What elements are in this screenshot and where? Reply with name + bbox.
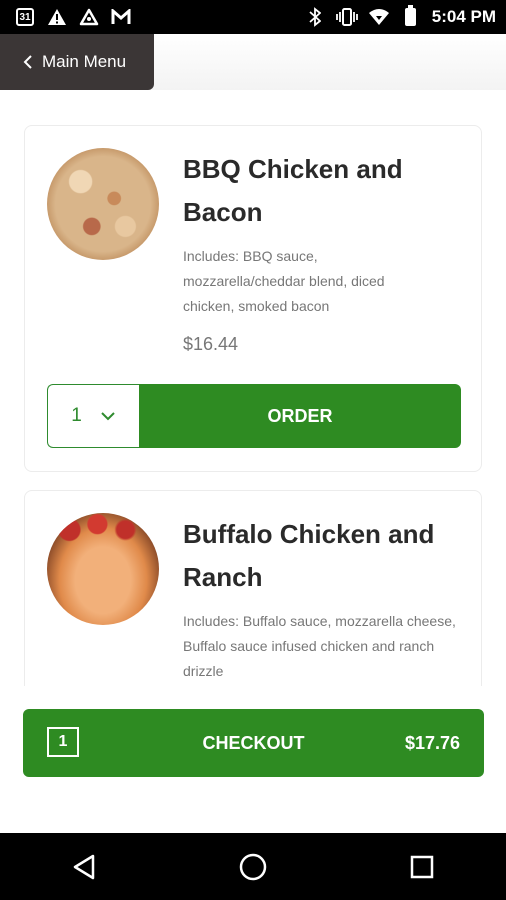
- item-description: Includes: Buffalo sauce, mozzarella chee…: [183, 613, 456, 679]
- recents-nav-button[interactable]: [392, 837, 452, 897]
- status-time: 5:04 PM: [431, 7, 496, 26]
- home-circle-icon: [239, 853, 267, 880]
- wifi-icon: [368, 6, 390, 28]
- quantity-select[interactable]: 1: [47, 384, 139, 448]
- gmail-icon: [110, 6, 132, 28]
- battery-icon: [400, 5, 422, 28]
- recents-square-icon: [410, 855, 433, 878]
- main-menu-back-button[interactable]: Main Menu: [0, 34, 154, 90]
- menu-item-card: Buffalo Chicken and Ranch Includes: Buff…: [24, 490, 482, 686]
- calendar-day: 31: [16, 8, 34, 26]
- home-nav-button[interactable]: [223, 837, 283, 897]
- status-bar: 31 5:04 PM: [0, 0, 506, 34]
- triangle-app-icon: [78, 6, 100, 28]
- menu-item-list[interactable]: BBQ Chicken and Bacon Includes: BBQ sauc…: [0, 90, 506, 686]
- checkout-button[interactable]: CHECKOUT 1 $17.76: [23, 709, 484, 777]
- item-description: Includes: BBQ sauce, mozzarella/cheddar …: [183, 248, 385, 314]
- bluetooth-icon: [304, 6, 326, 28]
- status-bar-system: 5:04 PM: [304, 5, 496, 28]
- pizza-image: [47, 148, 159, 260]
- android-navigation-bar: [0, 833, 506, 900]
- item-title: BBQ Chicken and Bacon: [183, 154, 403, 227]
- calendar-icon: 31: [14, 6, 36, 28]
- quantity-value: 1: [71, 405, 82, 426]
- vibrate-icon: [335, 6, 358, 28]
- back-nav-button[interactable]: [54, 837, 114, 897]
- order-button[interactable]: ORDER: [139, 384, 461, 448]
- back-button-label: Main Menu: [42, 52, 127, 71]
- back-triangle-icon: [74, 854, 95, 879]
- warning-icon: [46, 6, 68, 28]
- status-bar-notifications: 31: [14, 6, 132, 28]
- item-title: Buffalo Chicken and Ranch: [183, 519, 435, 592]
- pizza-image: [47, 513, 159, 625]
- chevron-left-icon: [23, 55, 32, 69]
- item-price: $16.44: [183, 334, 239, 354]
- chevron-down-icon: [101, 412, 115, 421]
- cart-count-badge: 1: [47, 727, 79, 757]
- checkout-total: $17.76: [404, 733, 460, 753]
- menu-item-card: BBQ Chicken and Bacon Includes: BBQ sauc…: [24, 125, 482, 472]
